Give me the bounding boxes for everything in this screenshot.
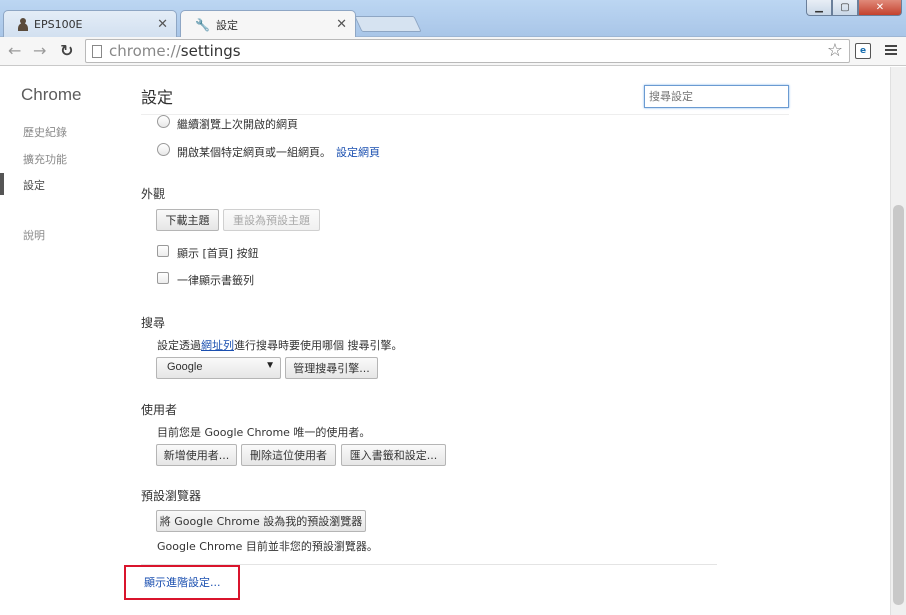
radio-specific-label: 開啟某個特定網頁或一組網頁。 (177, 146, 331, 159)
close-window-button[interactable]: ✕ (858, 0, 902, 16)
tab-title: EPS100E (34, 17, 83, 31)
new-tab-button[interactable] (354, 16, 422, 32)
appearance-title: 外觀 (141, 187, 166, 201)
get-themes-button[interactable]: 下載主題 (156, 209, 219, 231)
users-title: 使用者 (141, 403, 178, 417)
window-controls: ▁ ▢ ✕ (806, 0, 902, 16)
sidebar-title: Chrome (21, 85, 82, 104)
address-bar[interactable]: chrome://settings ☆ (85, 39, 850, 63)
search-description: 設定透過網址列進行搜尋時要使用哪個 搜尋引擎。 (157, 339, 403, 352)
default-browser-status: Google Chrome 目前並非您的預設瀏覽器。 (157, 540, 378, 553)
default-browser-title: 預設瀏覽器 (141, 489, 202, 503)
menu-icon[interactable] (885, 45, 897, 57)
url-text: chrome://settings (109, 42, 241, 60)
close-icon[interactable]: ✕ (336, 17, 347, 32)
search-input[interactable] (644, 85, 789, 108)
scrollbar[interactable] (890, 67, 906, 615)
omnibox-link[interactable]: 網址列 (201, 339, 234, 352)
settings-page: Chrome 歷史紀錄 擴充功能 設定 說明 設定 繼續瀏覽上次開啟的網頁 開啟… (0, 67, 906, 615)
highlight-annotation (124, 565, 240, 600)
page-title: 設定 (141, 88, 174, 107)
make-default-browser-button[interactable]: 將 Google Chrome 設為我的預設瀏覽器 (156, 510, 366, 532)
maximize-button[interactable]: ▢ (832, 0, 858, 16)
close-icon[interactable]: ✕ (157, 17, 168, 32)
divider (141, 114, 789, 115)
back-arrow-icon[interactable]: ← (8, 41, 21, 61)
minimize-button[interactable]: ▁ (806, 0, 832, 16)
tab-title: 設定 (215, 18, 238, 32)
search-engine-select[interactable]: Google ▼ (156, 357, 281, 379)
sidebar-item-history[interactable]: 歷史紀錄 (23, 124, 67, 140)
radio-continue[interactable] (157, 115, 170, 128)
search-title: 搜尋 (141, 316, 166, 330)
sidebar-item-help[interactable]: 說明 (23, 227, 45, 243)
add-user-button[interactable]: 新增使用者... (156, 444, 237, 466)
reload-icon[interactable]: ↻ (60, 41, 73, 61)
show-home-label: 顯示 [首頁] 按鈕 (177, 247, 259, 260)
person-icon (18, 17, 28, 31)
page-icon (92, 45, 102, 58)
users-description: 目前您是 Google Chrome 唯一的使用者。 (157, 426, 371, 439)
toolbar: ← → ↻ chrome://settings ☆ e (0, 37, 906, 66)
sidebar-selected-marker (0, 173, 4, 195)
extension-icon[interactable]: e (855, 43, 871, 59)
scrollbar-thumb[interactable] (893, 205, 904, 605)
tab-eps100e[interactable]: EPS100E ✕ (3, 10, 177, 37)
star-icon[interactable]: ☆ (827, 40, 843, 61)
sidebar-item-extensions[interactable]: 擴充功能 (23, 151, 67, 167)
sidebar-item-settings[interactable]: 設定 (23, 177, 45, 193)
import-bookmarks-button[interactable]: 匯入書籤和設定... (341, 444, 446, 466)
dropdown-arrow-icon: ▼ (265, 360, 275, 371)
radio-continue-label: 繼續瀏覽上次開啟的網頁 (177, 118, 298, 131)
tab-settings[interactable]: 🔧 設定 ✕ (180, 10, 356, 38)
tab-strip: EPS100E ✕ 🔧 設定 ✕ ▁ ▢ ✕ (0, 0, 906, 38)
radio-specific-pages[interactable] (157, 143, 170, 156)
wrench-icon: 🔧 (195, 17, 210, 32)
show-bookmarks-checkbox[interactable] (157, 272, 169, 284)
manage-search-engines-button[interactable]: 管理搜尋引擎... (285, 357, 378, 379)
show-bookmarks-label: 一律顯示書籤列 (177, 274, 254, 287)
forward-arrow-icon[interactable]: → (33, 41, 46, 61)
delete-user-button[interactable]: 刪除這位使用者 (241, 444, 336, 466)
set-pages-link[interactable]: 設定網頁 (336, 144, 380, 160)
reset-theme-button[interactable]: 重設為預設主題 (223, 209, 320, 231)
show-home-checkbox[interactable] (157, 245, 169, 257)
